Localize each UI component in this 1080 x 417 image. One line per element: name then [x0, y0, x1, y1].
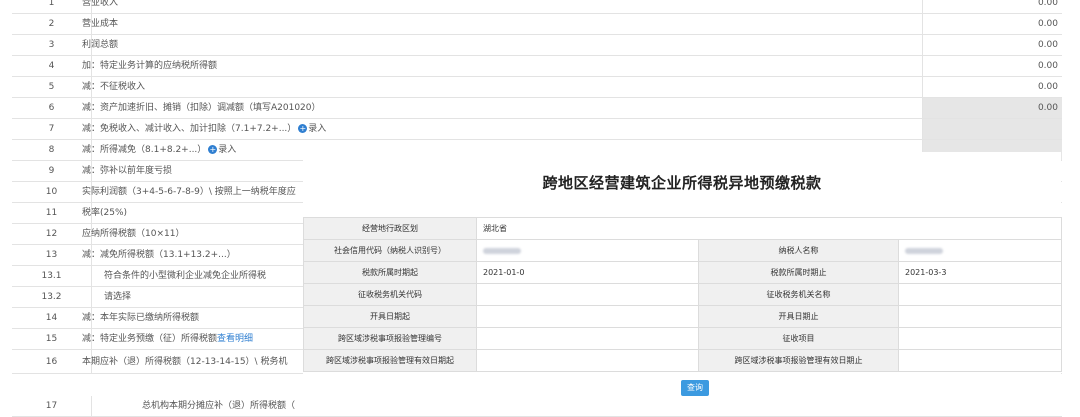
row-label: 加：特定业务计算的应纳税所得额 — [82, 61, 218, 71]
period-end-label: 税款所属时期止 — [698, 261, 899, 284]
row-label: 减：减免所得税额（13.1+13.2+...） — [82, 250, 236, 260]
row-select[interactable]: 请选择 — [104, 287, 131, 308]
row-number: 2 — [12, 14, 92, 34]
row-number: 7 — [12, 119, 92, 139]
row-value[interactable]: 0.00 — [922, 14, 1062, 34]
cert-no-value — [476, 327, 699, 350]
row-number: 4 — [12, 56, 92, 76]
valid-start-value — [476, 349, 699, 372]
row-value[interactable]: 0.00 — [922, 56, 1062, 76]
row-number: 1 — [12, 0, 92, 13]
credit-code-label: 社会信用代码（纳税人识别号） — [303, 239, 477, 262]
row-label: 税率(25%) — [82, 208, 128, 218]
row-label: 减：本年实际已缴纳所得税额 — [82, 313, 200, 323]
row-label-text: 减：免税收入、减计收入、加计扣除（7.1+7.2+...） — [82, 124, 297, 134]
row-value — [922, 119, 1062, 139]
row-value[interactable]: 0.00 — [922, 35, 1062, 55]
tax-office-name-label: 征收税务机关名称 — [698, 283, 899, 306]
cert-no-label: 跨区域涉税事项报验管理编号 — [303, 327, 477, 350]
period-start-label: 税款所属时期起 — [303, 261, 477, 284]
modal-title: 跨地区经营建筑企业所得税异地预缴税款 — [542, 174, 822, 192]
tax-office-name-value — [897, 283, 1063, 306]
row-label: 减：特定业务预缴（征）所得税额查看明细 — [82, 329, 253, 350]
query-button[interactable]: 查询 — [681, 380, 709, 396]
period-end-value: 2021-03-3 — [897, 261, 1063, 284]
row-label: 减：免税收入、减计收入、加计扣除（7.1+7.2+...） + 录入 — [82, 119, 326, 140]
row-number: 12 — [12, 224, 92, 244]
row-label: 减：不征税收入 — [82, 82, 146, 92]
tax-office-code-value — [476, 283, 699, 306]
period-start-value: 2021-01-0 — [476, 261, 699, 284]
row-number: 11 — [12, 203, 92, 223]
district-value: 湖北省 — [475, 217, 1063, 240]
row-number: 16 — [12, 350, 92, 373]
row-number: 9 — [12, 161, 92, 181]
table-row: 2 营业成本 0.00 — [12, 14, 1062, 35]
add-icon[interactable]: + — [298, 124, 308, 133]
row-number: 10 — [12, 182, 92, 202]
cert-end-label: 开具日期止 — [698, 305, 899, 328]
view-detail-link[interactable]: 查看明细 — [217, 334, 253, 344]
redacted-mark — [905, 247, 943, 254]
row-label: 符合条件的小型微利企业减免企业所得税 — [104, 271, 267, 281]
row-number: 13.1 — [12, 266, 92, 286]
row-number: 13 — [12, 245, 92, 265]
row-number: 6 — [12, 98, 92, 118]
row-label: 利润总额 — [82, 40, 119, 50]
row-number: 14 — [12, 308, 92, 328]
row-value[interactable]: 0.00 — [922, 0, 1062, 13]
row-label: 减：资产加速折旧、摊销（扣除）调减额（填写A201020） — [82, 103, 321, 113]
row-value: 0.00 — [922, 98, 1062, 118]
redacted-mark — [483, 247, 521, 254]
entry-link[interactable]: 录入 — [308, 124, 326, 134]
row-label: 总机构本期分摊应补（退）所得税额（ — [142, 401, 296, 411]
add-icon[interactable]: + — [208, 145, 218, 154]
prepayment-info-table: 经营地行政区划 湖北省 社会信用代码（纳税人识别号） 纳税人名称 税款所属时期起… — [303, 217, 1063, 372]
row-number: 8 — [12, 140, 92, 160]
row-label: 实际利润额（3+4-5-6-7-8-9）\ 按照上一纳税年度应 — [82, 187, 296, 197]
table-row: 5 减：不征税收入 0.00 — [12, 77, 1062, 98]
valid-end-label: 跨区域涉税事项报验管理有效日期止 — [698, 349, 899, 372]
row-number: 17 — [12, 396, 92, 416]
row-label: 营业成本 — [82, 19, 119, 29]
table-row: 1 营业收入 0.00 — [12, 0, 1062, 14]
valid-start-label: 跨区域涉税事项报验管理有效日期起 — [303, 349, 477, 372]
row-label-text: 减：特定业务预缴（征）所得税额 — [82, 334, 218, 344]
prepayment-modal: 跨地区经营建筑企业所得税异地预缴税款 经营地行政区划 湖北省 社会信用代码（纳税… — [303, 152, 1063, 409]
cert-end-value — [897, 305, 1063, 328]
entry-link[interactable]: 录入 — [218, 145, 236, 155]
valid-end-value — [897, 349, 1063, 372]
row-label: 减：弥补以前年度亏损 — [82, 166, 173, 176]
row-label-text: 减：所得减免（8.1+8.2+...） — [82, 145, 207, 155]
cert-start-value — [476, 305, 699, 328]
row-number: 3 — [12, 35, 92, 55]
tax-office-code-label: 征收税务机关代码 — [303, 283, 477, 306]
row-number: 13.2 — [12, 287, 92, 307]
taxpayer-name-label: 纳税人名称 — [698, 239, 899, 262]
table-row: 4 加：特定业务计算的应纳税所得额 0.00 — [12, 56, 1062, 77]
cert-start-label: 开具日期起 — [303, 305, 477, 328]
table-row: 3 利润总额 0.00 — [12, 35, 1062, 56]
credit-code-value — [476, 239, 699, 262]
row-number: 15 — [12, 329, 92, 349]
taxpayer-name-value — [897, 239, 1063, 262]
row-number: 5 — [12, 77, 92, 97]
row-label: 减：所得减免（8.1+8.2+...） + 录入 — [82, 140, 236, 161]
row-label: 应纳所得税额（10×11） — [82, 229, 185, 239]
district-label: 经营地行政区划 — [303, 217, 477, 240]
row-label: 本期应补（退）所得税额（12-13-14-15）\ 税务机 — [82, 357, 288, 367]
table-row: 6 减：资产加速折旧、摊销（扣除）调减额（填写A201020） 0.00 — [12, 98, 1062, 119]
table-row: 7 减：免税收入、减计收入、加计扣除（7.1+7.2+...） + 录入 — [12, 119, 1062, 140]
levy-item-value — [897, 327, 1063, 350]
row-label: 营业收入 — [82, 0, 119, 8]
levy-item-label: 征收项目 — [698, 327, 899, 350]
row-value[interactable]: 0.00 — [922, 77, 1062, 97]
